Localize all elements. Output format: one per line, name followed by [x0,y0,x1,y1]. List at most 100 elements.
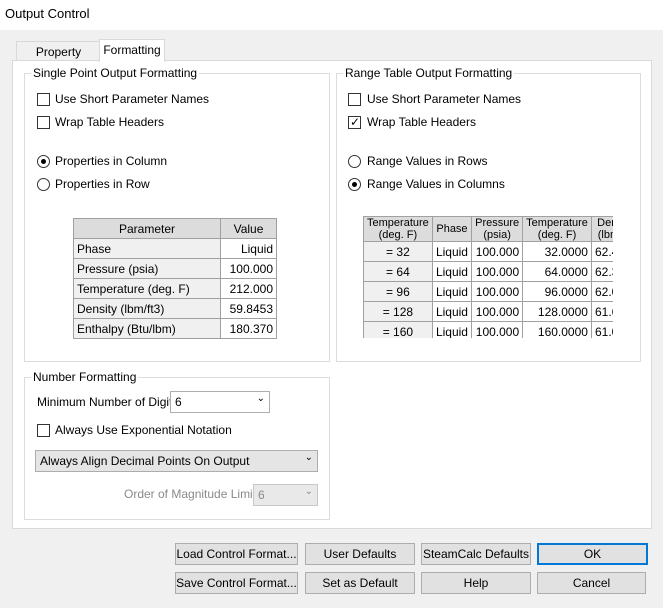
table-cell: 61.60 [590,301,613,322]
table-cell: 59.8453 [220,298,277,319]
magnitude-limit-value: 6 [258,488,265,502]
table-cell: Enthalpy (Btu/lbm) [73,318,221,339]
rt-range-in-columns-label: Range Values in Columns [367,177,505,191]
exponential-checkbox[interactable] [37,424,50,437]
rt-short-names-label: Use Short Parameter Names [367,92,522,106]
table-cell: = 32 [363,241,433,262]
checkmark-icon: ✓ [350,115,361,129]
load-control-format-button[interactable]: Load Control Format... [175,543,298,565]
table-cell: Liquid [431,301,473,322]
rt-wrap-headers-checkbox[interactable]: ✓ [348,115,361,129]
table-cell: = 160 [363,321,433,338]
table-cell: 62.43 [590,241,613,262]
rt-range-in-columns-radio[interactable] [348,178,361,191]
table-header: Temperature (deg. F) [522,216,592,242]
set-as-default-button[interactable]: Set as Default [305,572,415,594]
sp-properties-in-column-radio[interactable] [37,155,50,168]
table-cell: Phase [73,238,221,259]
min-digits-select[interactable]: 6 ⌄ [170,391,270,413]
table-cell: 100.000 [471,241,524,262]
table-cell: = 64 [363,261,433,282]
table-header: Phase [431,216,473,242]
table-cell: 100.000 [471,281,524,302]
single-point-group-title: Single Point Output Formatting [33,66,198,80]
chevron-down-icon: ⌄ [256,393,265,404]
table-cell: 62.06 [590,281,613,302]
save-control-format-button[interactable]: Save Control Format... [175,572,298,594]
sp-short-names-checkbox[interactable] [37,93,50,106]
title-bar: Output Control [0,0,663,30]
table-row: Phase Liquid [73,238,277,259]
table-cell: = 128 [363,301,433,322]
ok-button[interactable]: OK [537,543,648,565]
table-cell: 32.0000 [522,241,592,262]
table-cell: Temperature (deg. F) [73,278,221,299]
table-cell: Liquid [431,281,473,302]
table-cell: 100.000 [471,321,524,338]
table-cell: 100.000 [471,301,524,322]
number-formatting-group-title: Number Formatting [33,370,137,384]
align-decimal-select[interactable]: Always Align Decimal Points On Output ⌄ [35,450,318,472]
table-row: = 160 Liquid 100.000 160.0000 61.01 [363,321,613,338]
min-digits-value: 6 [175,395,182,409]
table-cell: 62.35 [590,261,613,282]
table-cell: Liquid [431,321,473,338]
table-row: = 96 Liquid 100.000 96.0000 62.06 [363,281,613,302]
tab-property-output[interactable]: Property Output [16,41,101,79]
table-cell: 128.0000 [522,301,592,322]
sp-wrap-headers-checkbox[interactable] [37,116,50,129]
table-cell: Density (lbm/ft3) [73,298,221,319]
rt-wrap-headers-label: Wrap Table Headers [367,115,476,129]
table-cell: 61.01 [590,321,613,338]
single-point-preview-table: Parameter Value Phase Liquid Pressure (p… [73,218,277,339]
align-decimal-value: Always Align Decimal Points On Output [40,454,250,468]
rt-range-in-rows-radio[interactable] [348,155,361,168]
table-row: = 64 Liquid 100.000 64.0000 62.35 [363,261,613,282]
table-row: Pressure (psia) 100.000 [73,258,277,279]
table-cell: 212.000 [220,278,277,299]
range-table-preview: Temperature (deg. F) Phase Pressure (psi… [363,216,613,338]
user-defaults-button[interactable]: User Defaults [305,543,415,565]
table-cell: 100.000 [220,258,277,279]
table-row: Temperature (deg. F) 212.000 [73,278,277,299]
sp-properties-in-row-label: Properties in Row [55,177,150,191]
tab-formatting[interactable]: Formatting [99,39,165,62]
table-cell: Liquid [431,241,473,262]
exponential-label: Always Use Exponential Notation [55,423,232,437]
sp-properties-in-column-label: Properties in Column [55,154,168,168]
sp-wrap-headers-label: Wrap Table Headers [55,115,164,129]
rt-short-names-checkbox[interactable] [348,93,361,106]
sp-properties-in-row-radio[interactable] [37,178,50,191]
sp-short-names-label: Use Short Parameter Names [55,92,210,106]
table-cell: 64.0000 [522,261,592,282]
table-cell: = 96 [363,281,433,302]
radio-selected-dot [41,159,46,164]
table-cell: 180.370 [220,318,277,339]
table-cell: 100.000 [471,261,524,282]
chevron-down-icon: ⌄ [304,486,313,497]
table-row: = 32 Liquid 100.000 32.0000 62.43 [363,241,613,262]
radio-selected-dot [352,182,357,187]
table-cell: 96.0000 [522,281,592,302]
table-cell: 160.0000 [522,321,592,338]
range-table-group-title: Range Table Output Formatting [345,66,513,80]
table-cell: Pressure (psia) [73,258,221,279]
magnitude-limit-select[interactable]: 6 ⌄ [253,484,318,506]
table-cell: Liquid [431,261,473,282]
rt-range-in-rows-label: Range Values in Rows [367,154,488,168]
chevron-down-icon: ⌄ [304,452,313,463]
cancel-button[interactable]: Cancel [537,572,646,594]
min-digits-label: Minimum Number of Digits: [37,395,182,409]
table-header: Value [220,218,277,239]
window-title: Output Control [5,6,90,21]
table-row: = 128 Liquid 100.000 128.0000 61.60 [363,301,613,322]
table-cell: Liquid [220,238,277,259]
table-row: Density (lbm/ft3) 59.8453 [73,298,277,319]
table-header: Dens (lbm/ [590,216,613,242]
table-header: Pressure (psia) [471,216,524,242]
magnitude-limit-label: Order of Magnitude Limit: [124,487,260,501]
steamcalc-defaults-button[interactable]: SteamCalc Defaults [421,543,531,565]
help-button[interactable]: Help [421,572,531,594]
table-row: Enthalpy (Btu/lbm) 180.370 [73,318,277,339]
table-header: Temperature (deg. F) [363,216,433,242]
